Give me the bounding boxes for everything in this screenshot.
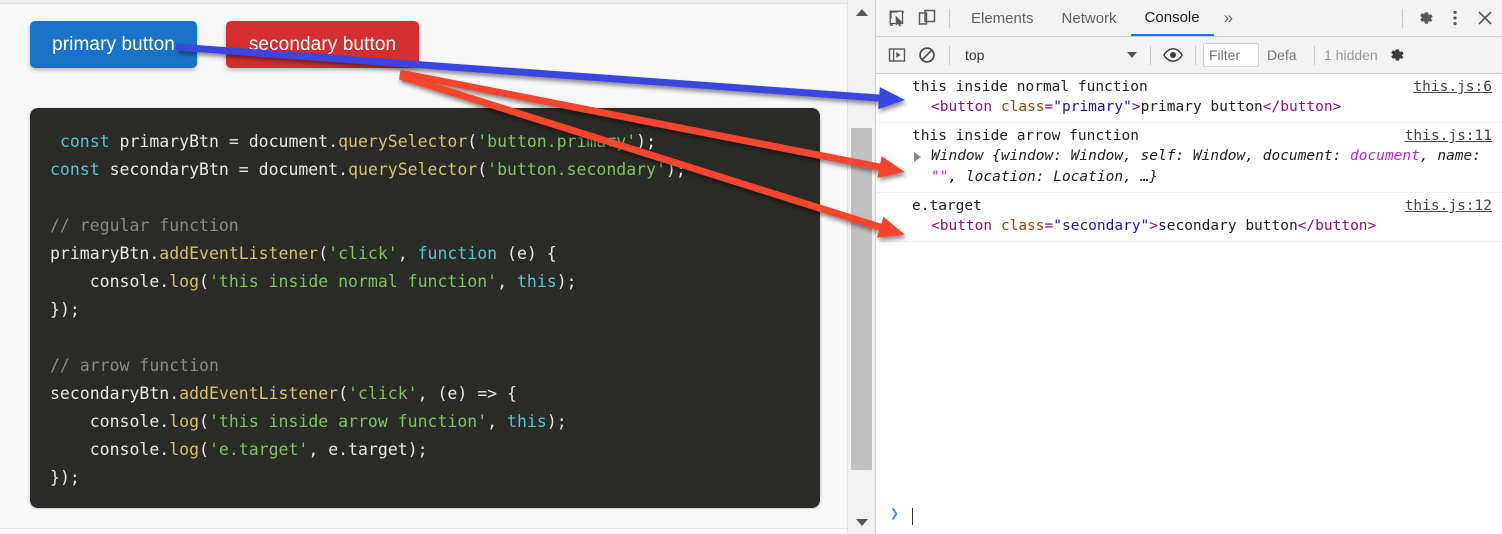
log-level-select[interactable]: Defa	[1267, 47, 1307, 63]
scrollbar-down-arrow[interactable]	[848, 510, 875, 534]
console-message-text: e.target	[912, 198, 982, 214]
device-toolbar-icon[interactable]	[912, 3, 942, 33]
console-message[interactable]: e.target this.js:12 <button class="seconda…	[876, 193, 1502, 242]
console-message-text: this inside arrow function	[912, 128, 1139, 144]
scrollbar-up-arrow[interactable]	[848, 0, 875, 24]
triangle-down-icon	[855, 518, 868, 526]
devtools-panel: Elements Network Console » top Filter De…	[876, 0, 1502, 534]
page-viewport: primary button secondary button const pr…	[0, 0, 847, 534]
chevron-down-icon	[1127, 52, 1137, 58]
page-bottom-fill	[0, 509, 847, 534]
page-vertical-scrollbar[interactable]	[847, 0, 875, 534]
filterbar-divider-4	[1314, 45, 1315, 65]
more-tabs-icon[interactable]: »	[1214, 0, 1243, 36]
console-message-text: this inside normal function	[912, 79, 1148, 95]
console-message[interactable]: this inside normal function this.js:6 <but…	[876, 74, 1502, 123]
hidden-messages-count: 1 hidden	[1324, 47, 1378, 63]
console-message-head: e.target this.js:12	[876, 196, 1502, 216]
inspect-element-icon[interactable]	[882, 3, 912, 33]
filter-input[interactable]	[1203, 43, 1259, 67]
live-expression-icon[interactable]	[1158, 40, 1188, 70]
toolbar-divider-2	[1402, 8, 1403, 28]
expand-object-triangle-icon[interactable]	[914, 152, 921, 162]
execution-context-value: top	[965, 47, 985, 63]
more-options-icon[interactable]	[1440, 3, 1470, 33]
console-element-preview: <button class="primary">primary button</…	[931, 99, 1342, 115]
toolbar-divider-1	[949, 8, 950, 28]
console-element-preview: <button class="secondary">secondary butt…	[931, 218, 1377, 234]
gear-icon[interactable]	[1410, 3, 1440, 33]
tab-network[interactable]: Network	[1048, 0, 1131, 36]
console-filterbar: top Defa 1 hidden	[876, 37, 1502, 74]
page-bottom-divider	[0, 528, 847, 529]
tab-console[interactable]: Console	[1130, 0, 1214, 36]
console-source-link[interactable]: this.js:12	[1405, 196, 1492, 216]
console-source-link[interactable]: this.js:11	[1405, 126, 1492, 146]
console-message-list[interactable]: this inside normal function this.js:6 <but…	[876, 74, 1502, 498]
page-top-divider	[0, 0, 847, 4]
screenshot-root: primary button secondary button const pr…	[0, 0, 1502, 534]
gear-icon[interactable]	[1382, 40, 1412, 70]
close-icon[interactable]	[1470, 3, 1500, 33]
filterbar-divider-2	[1150, 45, 1151, 65]
filterbar-divider-3	[1195, 45, 1196, 65]
filterbar-divider-1	[949, 45, 950, 65]
console-prompt[interactable]: ❯	[876, 498, 1502, 534]
triangle-up-icon	[855, 8, 868, 16]
console-sidebar-icon[interactable]	[882, 40, 912, 70]
scrollbar-thumb[interactable]	[851, 128, 872, 470]
console-source-link[interactable]: this.js:6	[1413, 77, 1492, 97]
execution-context-select[interactable]: top	[957, 42, 1143, 68]
code-block: const primaryBtn = document.querySelecto…	[30, 108, 820, 508]
primary-button[interactable]: primary button	[30, 21, 197, 68]
devtools-tabbar: Elements Network Console »	[876, 0, 1502, 37]
console-object-preview: Window {window: Window, self: Window, do…	[876, 146, 1502, 188]
code-content: const primaryBtn = document.querySelecto…	[50, 132, 686, 487]
browser-page-pane: primary button secondary button const pr…	[0, 0, 876, 534]
clear-console-icon[interactable]	[912, 40, 942, 70]
console-message-head: this inside normal function this.js:6	[876, 77, 1502, 97]
secondary-button[interactable]: secondary button	[226, 21, 419, 68]
console-message-head: this inside arrow function this.js:11	[876, 126, 1502, 146]
tab-elements[interactable]: Elements	[957, 0, 1048, 36]
prompt-chevron-icon: ❯	[890, 504, 900, 522]
prompt-caret	[912, 507, 913, 525]
console-message[interactable]: this inside arrow function this.js:11 Wind…	[876, 123, 1502, 193]
